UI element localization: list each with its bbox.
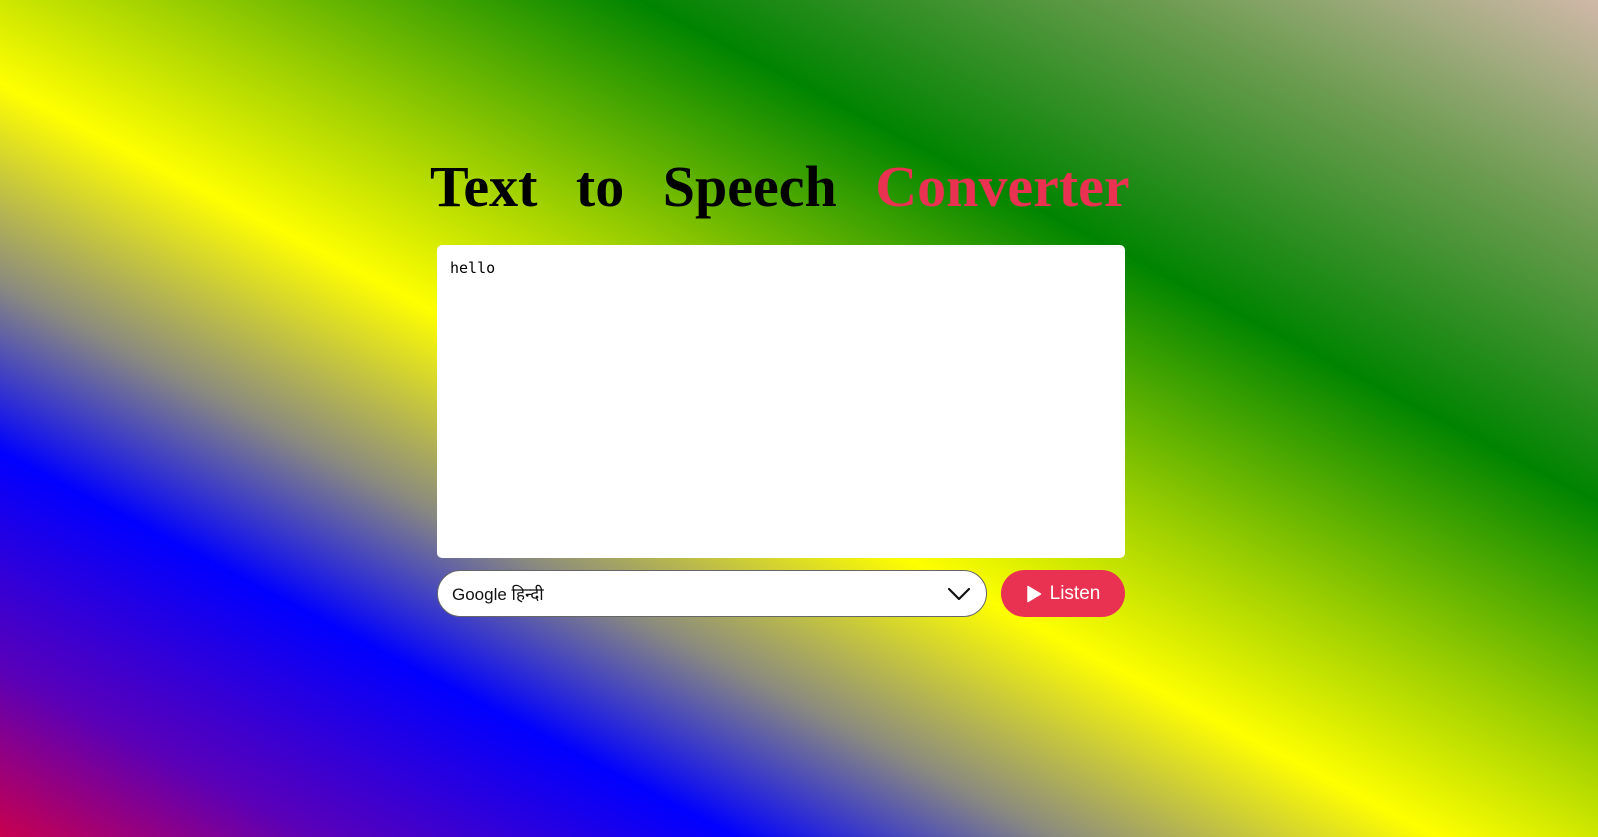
listen-label: Listen (1049, 582, 1101, 604)
text-input[interactable]: hello (437, 245, 1125, 558)
voice-select-value: Google हिन्दी (452, 585, 544, 604)
play-icon (1026, 585, 1042, 603)
chevron-down-icon (946, 586, 972, 602)
page-title: Text to Speech Converter (430, 154, 1130, 219)
listen-button[interactable]: Listen (1001, 570, 1125, 617)
page-title-accent: Converter (875, 154, 1130, 219)
voice-select[interactable]: Google हिन्दी (437, 570, 987, 617)
page-title-main: Text to Speech (430, 154, 837, 219)
